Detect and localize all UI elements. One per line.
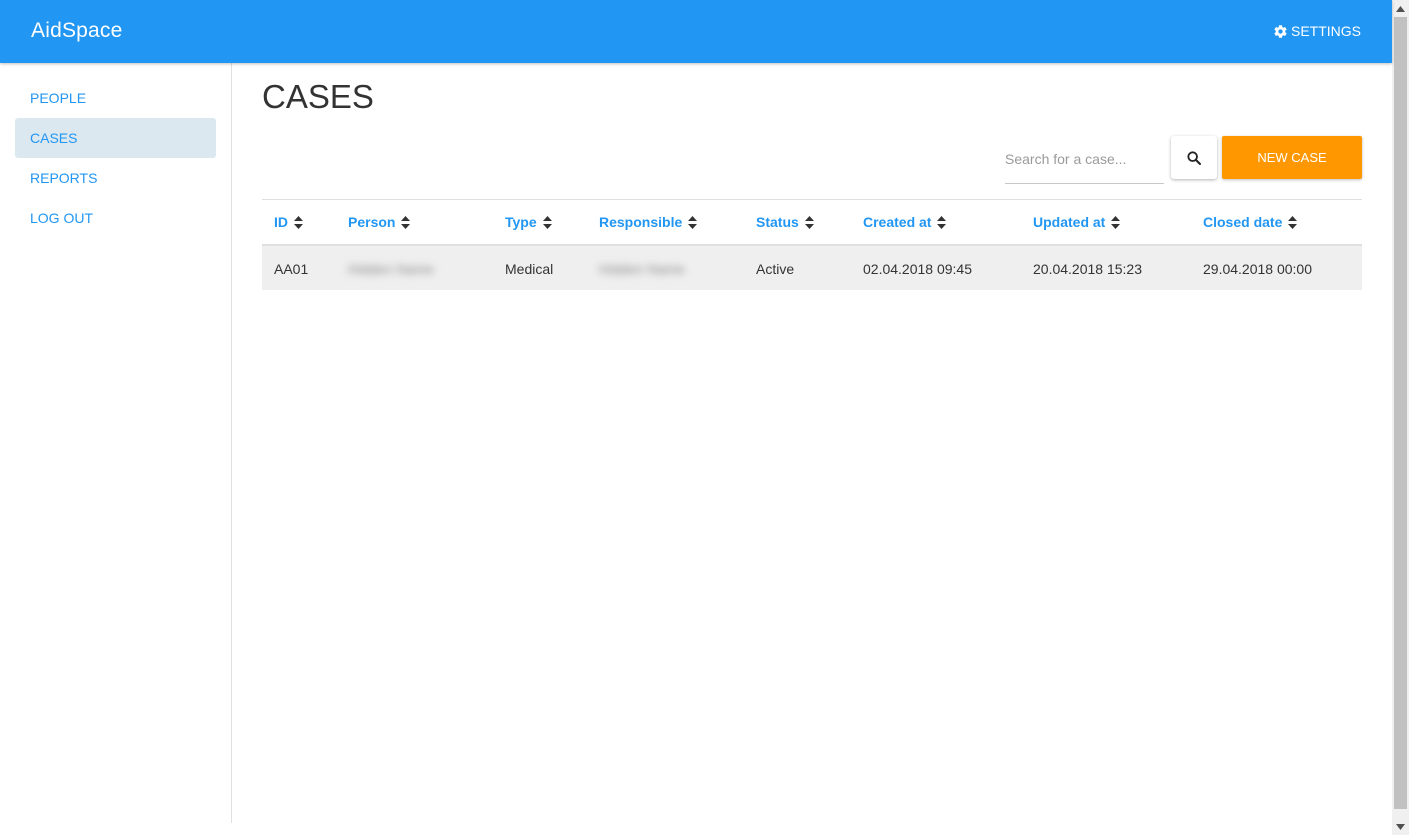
column-header-created-at[interactable]: Created at: [863, 214, 947, 230]
column-header-updated-at[interactable]: Updated at: [1033, 214, 1121, 230]
sidebar: PEOPLE CASES REPORTS LOG OUT: [0, 63, 232, 823]
cell-person: Hidden Name: [348, 261, 434, 277]
column-header-label: Type: [505, 214, 537, 230]
sort-icon: [804, 215, 814, 229]
sort-icon: [401, 215, 411, 229]
column-header-responsible[interactable]: Responsible: [599, 214, 698, 230]
cell-type: Medical: [505, 261, 554, 277]
column-header-label: Responsible: [599, 214, 683, 230]
settings-button[interactable]: SETTINGS: [1273, 23, 1361, 39]
sort-icon: [937, 215, 947, 229]
gear-icon: [1274, 24, 1287, 38]
search-icon: [1187, 150, 1201, 165]
column-header-type[interactable]: Type: [505, 214, 552, 230]
sidebar-item-log-out[interactable]: LOG OUT: [15, 198, 216, 238]
app-root: AidSpace SETTINGS PEOPLE CASES REPORTS L…: [0, 0, 1392, 835]
top-app-bar: AidSpace SETTINGS: [0, 0, 1392, 63]
cell-closed-date: 29.04.2018 00:00: [1203, 261, 1312, 277]
column-header-status[interactable]: Status: [756, 214, 814, 230]
cell-created-at: 02.04.2018 09:45: [863, 261, 972, 277]
column-header-label: Person: [348, 214, 396, 230]
sort-icon: [1288, 215, 1298, 229]
settings-label: SETTINGS: [1290, 23, 1361, 39]
column-header-label: Updated at: [1033, 214, 1106, 230]
cell-updated-at: 20.04.2018 15:23: [1033, 261, 1142, 277]
vertical-scrollbar[interactable]: [1392, 0, 1409, 835]
page-title: CASES: [262, 78, 374, 115]
sort-icon: [542, 215, 552, 229]
cell-id: AA01: [274, 261, 309, 277]
search-field: [1005, 136, 1164, 184]
column-header-label: Created at: [863, 214, 932, 230]
table-header: ID Person Type Responsible Status Create…: [262, 200, 1362, 246]
column-header-label: Status: [756, 214, 799, 230]
search-input[interactable]: [1005, 148, 1160, 170]
table-row[interactable]: AA01 Hidden Name Medical Hidden Name Act…: [262, 246, 1362, 290]
sidebar-item-cases[interactable]: CASES: [15, 118, 216, 158]
column-header-label: ID: [274, 214, 288, 230]
scroll-up-arrow-icon[interactable]: [1392, 0, 1409, 17]
scrollbar-thumb[interactable]: [1394, 17, 1407, 809]
column-header-closed-date[interactable]: Closed date: [1203, 214, 1298, 230]
search-button[interactable]: [1171, 136, 1217, 179]
cell-responsible: Hidden Name: [599, 261, 685, 277]
column-header-id[interactable]: ID: [274, 214, 303, 230]
sort-icon: [294, 215, 303, 229]
column-header-label: Closed date: [1203, 214, 1283, 230]
sort-icon: [1111, 215, 1121, 229]
cell-status: Active: [756, 261, 795, 277]
sidebar-item-reports[interactable]: REPORTS: [15, 158, 216, 198]
brand-title[interactable]: AidSpace: [31, 19, 123, 43]
sort-icon: [688, 215, 698, 229]
scroll-down-arrow-icon[interactable]: [1392, 818, 1409, 835]
cases-table: ID Person Type Responsible Status Create…: [262, 199, 1362, 290]
sidebar-item-people[interactable]: PEOPLE: [15, 78, 216, 118]
new-case-button[interactable]: NEW CASE: [1222, 136, 1362, 179]
column-header-person[interactable]: Person: [348, 214, 411, 230]
